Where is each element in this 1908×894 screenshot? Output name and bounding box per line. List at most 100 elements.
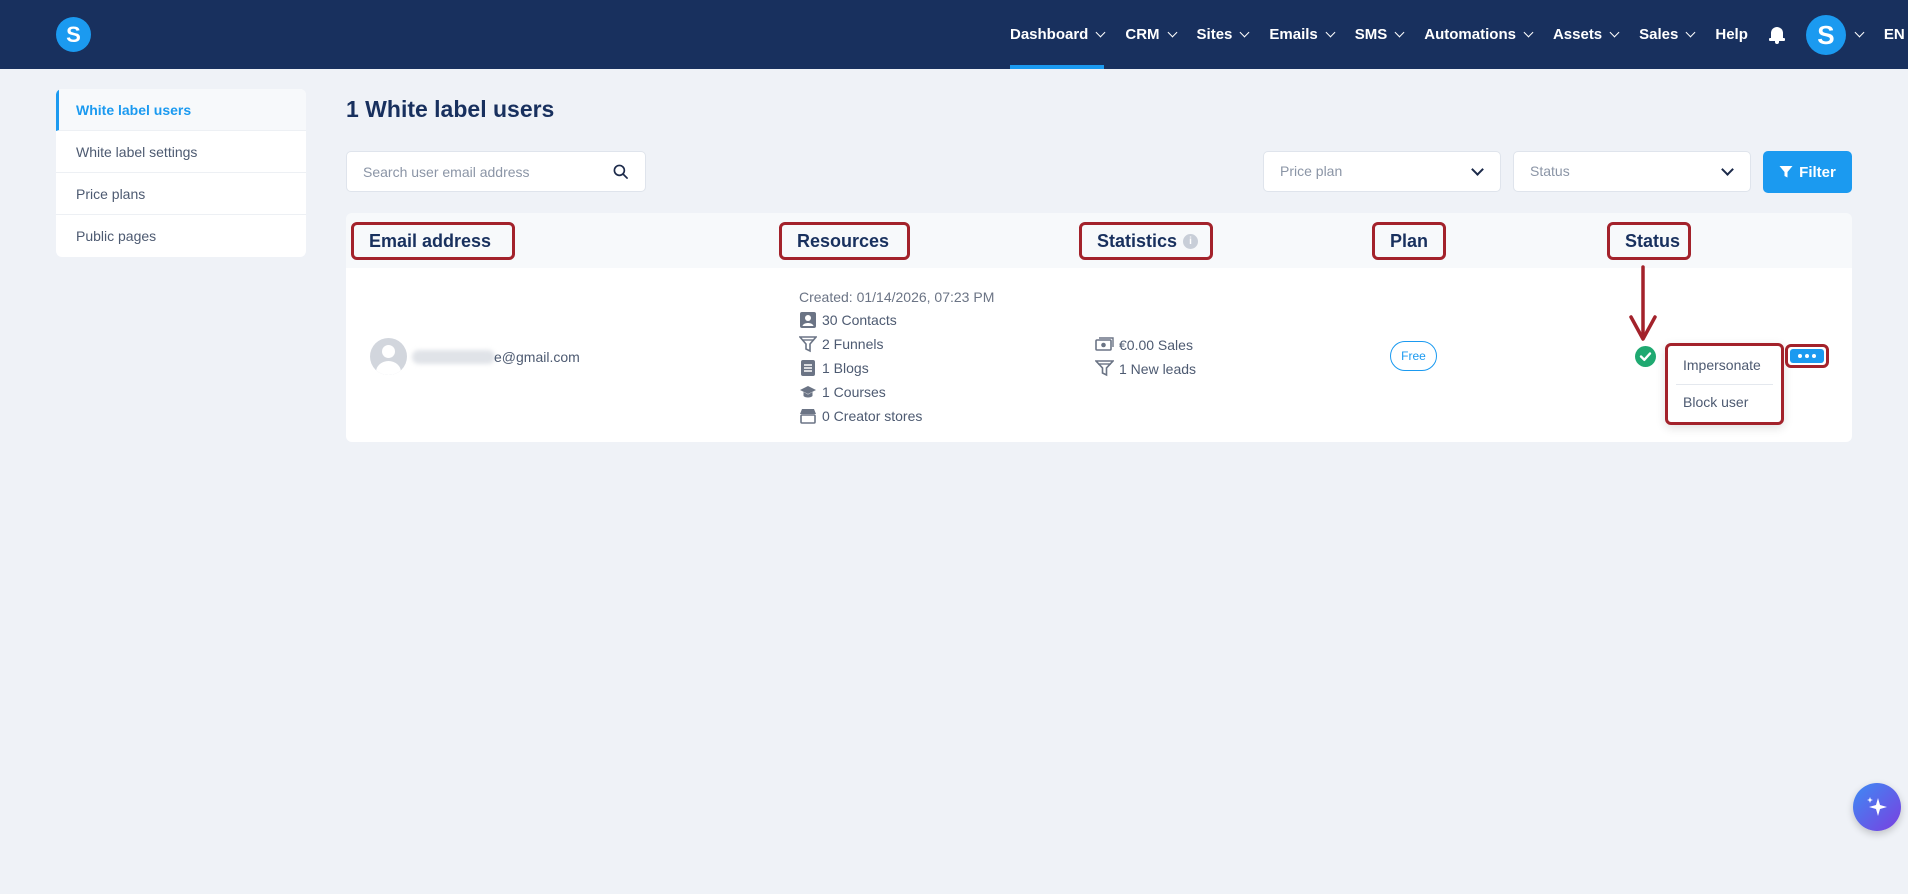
- nav-emails[interactable]: Emails: [1269, 0, 1336, 69]
- funnel-icon: [1095, 360, 1114, 377]
- contacts-icon: [800, 312, 816, 328]
- main-nav: Dashboard CRM Sites Emails SMS Automatio…: [1010, 0, 1908, 69]
- chevron-down-icon: [1685, 27, 1696, 37]
- resource-blogs: 1 Blogs: [799, 359, 869, 377]
- status-active-icon: [1635, 346, 1656, 367]
- resource-contacts-label: 30 Contacts: [822, 312, 897, 328]
- chevron-down-icon: [1325, 27, 1336, 37]
- stat-sales: €0.00 Sales: [1095, 336, 1193, 353]
- created-date: Created: 01/14/2026, 07:23 PM: [799, 289, 995, 305]
- stat-new-leads-label: 1 New leads: [1119, 360, 1197, 377]
- info-icon[interactable]: i: [1183, 233, 1199, 249]
- column-header-statistics-label: Statistics: [1097, 230, 1178, 251]
- chevron-down-icon: [1471, 163, 1484, 176]
- top-navbar: S Dashboard CRM Sites Emails SMS Automat…: [0, 0, 1908, 69]
- sidebar-item-white-label-settings[interactable]: White label settings: [56, 131, 306, 173]
- nav-sms-label: SMS: [1354, 26, 1388, 43]
- nav-emails-label: Emails: [1269, 26, 1318, 43]
- menu-divider: [1676, 384, 1773, 385]
- status-select[interactable]: Status: [1513, 151, 1751, 192]
- chevron-down-icon: [1609, 27, 1620, 37]
- chevron-down-icon: [1523, 27, 1534, 37]
- nav-automations-label: Automations: [1424, 26, 1516, 43]
- nav-assets[interactable]: Assets: [1552, 0, 1620, 69]
- resource-contacts: 30 Contacts: [799, 311, 897, 329]
- resource-funnels: 2 Funnels: [799, 335, 883, 353]
- ai-assistant-button[interactable]: [1853, 783, 1901, 831]
- resource-funnels-label: 2 Funnels: [822, 336, 884, 352]
- nav-crm-label: CRM: [1125, 26, 1160, 43]
- nav-sms[interactable]: SMS: [1354, 0, 1405, 69]
- filter-icon: [1779, 166, 1793, 178]
- search-box: [346, 151, 646, 192]
- column-header-status[interactable]: Status: [1607, 222, 1691, 260]
- nav-sites-label: Sites: [1196, 26, 1233, 43]
- nav-dashboard[interactable]: Dashboard: [1010, 0, 1106, 69]
- nav-help[interactable]: Help: [1715, 0, 1748, 69]
- funnel-icon: [799, 336, 817, 353]
- nav-dashboard-label: Dashboard: [1010, 26, 1089, 43]
- column-header-email[interactable]: Email address: [351, 222, 515, 260]
- status-placeholder: Status: [1530, 163, 1570, 179]
- resource-creator-stores-label: 0 Creator stores: [822, 408, 923, 424]
- user-email: e@gmail.com: [494, 349, 580, 365]
- column-header-plan[interactable]: Plan: [1372, 222, 1446, 260]
- sidebar-item-price-plans[interactable]: Price plans: [56, 173, 306, 215]
- store-icon: [800, 409, 816, 424]
- nav-sales-label: Sales: [1639, 26, 1679, 43]
- table-header: Email address Resources Statistics i Plan…: [346, 213, 1852, 268]
- user-menu[interactable]: S: [1805, 14, 1865, 55]
- money-icon: [1095, 337, 1114, 351]
- language-label: EN: [1883, 26, 1905, 43]
- avatar: [370, 338, 407, 375]
- resource-creator-stores: 0 Creator stores: [799, 407, 922, 425]
- column-header-plan-label: Plan: [1390, 230, 1429, 251]
- sparkle-icon: [1867, 797, 1887, 816]
- column-header-resources-label: Resources: [797, 230, 890, 251]
- impersonate-menu-item[interactable]: Impersonate: [1683, 357, 1761, 373]
- column-header-resources[interactable]: Resources: [779, 222, 910, 260]
- bell-icon[interactable]: [1768, 26, 1785, 44]
- more-actions-button[interactable]: [1785, 344, 1829, 368]
- nav-automations[interactable]: Automations: [1424, 0, 1534, 69]
- chevron-down-icon: [1854, 27, 1865, 37]
- stat-sales-label: €0.00 Sales: [1119, 336, 1193, 353]
- more-dots-icon: [1790, 349, 1824, 363]
- plan-badge: Free: [1390, 341, 1437, 371]
- resource-blogs-label: 1 Blogs: [822, 360, 869, 376]
- price-plan-select[interactable]: Price plan: [1263, 151, 1501, 192]
- nav-crm[interactable]: CRM: [1125, 0, 1177, 69]
- search-icon[interactable]: [613, 164, 628, 179]
- search-input[interactable]: [347, 152, 597, 191]
- stat-new-leads: 1 New leads: [1095, 360, 1196, 377]
- nav-help-label: Help: [1715, 26, 1748, 43]
- price-plan-placeholder: Price plan: [1280, 163, 1343, 179]
- resource-courses-label: 1 Courses: [822, 384, 886, 400]
- nav-sales[interactable]: Sales: [1639, 0, 1696, 69]
- avatar: S: [1805, 14, 1846, 55]
- settings-sidebar: White label users White label settings P…: [56, 89, 306, 257]
- chevron-down-icon: [1239, 27, 1250, 37]
- course-icon: [800, 386, 816, 398]
- annotation-arrow-icon: [1629, 265, 1657, 341]
- app-logo[interactable]: S: [56, 17, 91, 52]
- column-header-status-label: Status: [1625, 230, 1681, 251]
- chevron-down-icon: [1167, 27, 1177, 37]
- row-action-menu: Impersonate Block user: [1665, 343, 1784, 425]
- sidebar-item-public-pages[interactable]: Public pages: [56, 215, 306, 257]
- filter-button[interactable]: Filter: [1763, 151, 1852, 193]
- column-header-email-label: Email address: [369, 230, 492, 251]
- resource-courses: 1 Courses: [799, 383, 886, 401]
- language-selector[interactable]: EN: [1884, 0, 1908, 69]
- chevron-down-icon: [1721, 163, 1734, 176]
- nav-sites[interactable]: Sites: [1196, 0, 1250, 69]
- sidebar-item-white-label-users[interactable]: White label users: [56, 89, 306, 131]
- chevron-down-icon: [1095, 27, 1106, 37]
- filter-label: Filter: [1799, 163, 1836, 181]
- nav-assets-label: Assets: [1552, 26, 1603, 43]
- column-header-statistics[interactable]: Statistics i: [1079, 222, 1213, 260]
- block-user-menu-item[interactable]: Block user: [1683, 394, 1748, 410]
- chevron-down-icon: [1394, 27, 1405, 37]
- page-title: 1 White label users: [346, 96, 555, 122]
- redacted-email-prefix: [412, 350, 495, 364]
